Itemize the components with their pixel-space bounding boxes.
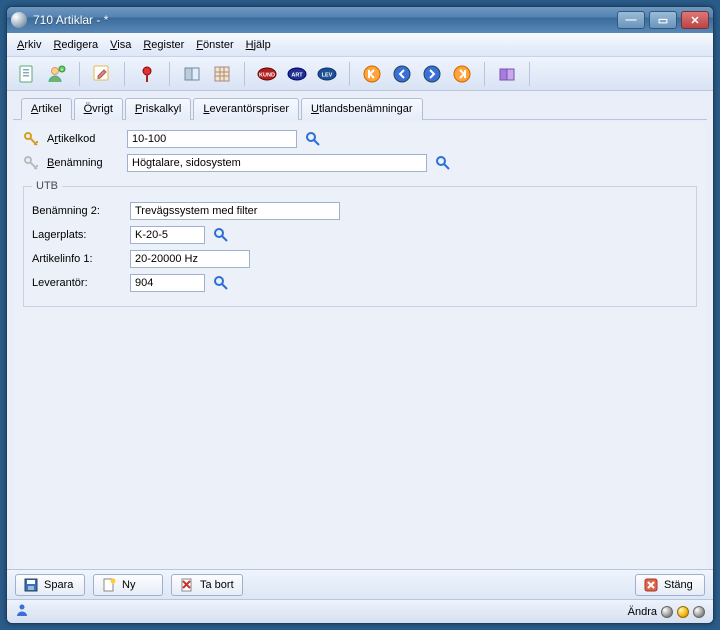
key-icon xyxy=(23,131,39,147)
menu-hjalp[interactable]: Hjälp xyxy=(246,39,271,51)
edit-icon[interactable] xyxy=(90,62,114,86)
new-user-icon[interactable]: + xyxy=(45,62,69,86)
new-doc-icon[interactable] xyxy=(15,62,39,86)
ny-button[interactable]: Ny xyxy=(93,574,163,596)
toolbar-sep xyxy=(484,62,485,86)
kund-badge-icon[interactable]: KUND xyxy=(255,62,279,86)
new-icon xyxy=(102,578,116,592)
artikelkod-input[interactable] xyxy=(127,130,297,148)
tab-utlandsbenamningar[interactable]: Utlandsbenämningar xyxy=(301,98,423,120)
leverantor-search-icon[interactable] xyxy=(213,275,229,291)
tab-leverantorspriser[interactable]: Leverantörspriser xyxy=(193,98,299,120)
artikelinfo1-label: Artikelinfo 1: xyxy=(32,253,122,265)
utb-legend: UTB xyxy=(32,180,62,192)
spara-label: Spara xyxy=(44,579,73,591)
benamning2-input[interactable] xyxy=(130,202,340,220)
svg-text:LEV: LEV xyxy=(322,72,333,78)
toolbar-sep xyxy=(244,62,245,86)
statusbar: Ändra xyxy=(7,599,713,623)
save-icon xyxy=(24,578,38,592)
toolbar-sep xyxy=(79,62,80,86)
artikelkod-label: Artikelkod xyxy=(47,133,119,145)
key-icon xyxy=(23,155,39,171)
footer: Spara Ny Ta bort Stäng xyxy=(7,569,713,599)
grid-icon[interactable] xyxy=(210,62,234,86)
menu-register[interactable]: Register xyxy=(143,39,184,51)
utb-group: UTB Benämning 2: Lagerplats: Artikelinfo… xyxy=(23,180,697,307)
spara-button[interactable]: Spara xyxy=(15,574,85,596)
stang-label: Stäng xyxy=(664,579,693,591)
tabort-button[interactable]: Ta bort xyxy=(171,574,243,596)
toolbar: + KUND ART LEV xyxy=(7,57,713,91)
toolbar-sep xyxy=(169,62,170,86)
tabstrip: Artikel Övrigt Priskalkyl Leverantörspri… xyxy=(13,91,707,120)
svg-text:KUND: KUND xyxy=(259,72,275,78)
status-light-3 xyxy=(693,606,705,618)
toolbar-sep xyxy=(529,62,530,86)
svg-text:+: + xyxy=(61,67,64,73)
leverantor-label: Leverantör: xyxy=(32,277,122,289)
minimize-button[interactable]: — xyxy=(617,11,645,29)
tab-ovrigt[interactable]: Övrigt xyxy=(74,98,123,120)
menu-redigera[interactable]: Redigera xyxy=(53,39,98,51)
menubar: Arkiv Redigera Visa Register Fönster Hjä… xyxy=(7,33,713,57)
benamning-label: Benämning xyxy=(47,157,119,169)
book-icon[interactable] xyxy=(180,62,204,86)
lagerplats-search-icon[interactable] xyxy=(213,227,229,243)
tab-artikel[interactable]: Artikel xyxy=(21,98,72,120)
toolbar-sep xyxy=(124,62,125,86)
titlebar[interactable]: 710 Artiklar - * — ▭ ✕ xyxy=(7,7,713,33)
status-light-2 xyxy=(677,606,689,618)
status-light-1 xyxy=(661,606,673,618)
toolbar-sep xyxy=(349,62,350,86)
tab-priskalkyl[interactable]: Priskalkyl xyxy=(125,98,191,120)
lev-badge-icon[interactable]: LEV xyxy=(315,62,339,86)
pin-icon[interactable] xyxy=(135,62,159,86)
window-close-button[interactable]: ✕ xyxy=(681,11,709,29)
delete-icon xyxy=(180,578,194,592)
nav-next-icon[interactable] xyxy=(420,62,444,86)
maximize-button[interactable]: ▭ xyxy=(649,11,677,29)
art-badge-icon[interactable]: ART xyxy=(285,62,309,86)
status-user-icon xyxy=(15,603,29,620)
nav-last-icon[interactable] xyxy=(450,62,474,86)
stang-button[interactable]: Stäng xyxy=(635,574,705,596)
benamning-search-icon[interactable] xyxy=(435,155,451,171)
benamning2-label: Benämning 2: xyxy=(32,205,122,217)
status-mode: Ändra xyxy=(628,606,657,618)
lagerplats-label: Lagerplats: xyxy=(32,229,122,241)
tab-content: Artikelkod Benämning UTB Benämning 2: xyxy=(15,122,705,569)
svg-text:ART: ART xyxy=(291,72,303,78)
artikelkod-search-icon[interactable] xyxy=(305,131,321,147)
tabort-label: Ta bort xyxy=(200,579,234,591)
app-window: 710 Artiklar - * — ▭ ✕ Arkiv Redigera Vi… xyxy=(6,6,714,624)
lagerplats-input[interactable] xyxy=(130,226,205,244)
menu-arkiv[interactable]: Arkiv xyxy=(17,39,41,51)
menu-visa[interactable]: Visa xyxy=(110,39,131,51)
ny-label: Ny xyxy=(122,579,135,591)
nav-prev-icon[interactable] xyxy=(390,62,414,86)
help-book-icon[interactable] xyxy=(495,62,519,86)
close-icon xyxy=(644,578,658,592)
benamning-input[interactable] xyxy=(127,154,427,172)
window-title: 710 Artiklar - * xyxy=(33,13,617,27)
nav-first-icon[interactable] xyxy=(360,62,384,86)
artikelinfo1-input[interactable] xyxy=(130,250,250,268)
menu-fonster[interactable]: Fönster xyxy=(196,39,233,51)
app-icon xyxy=(11,12,27,28)
leverantor-input[interactable] xyxy=(130,274,205,292)
